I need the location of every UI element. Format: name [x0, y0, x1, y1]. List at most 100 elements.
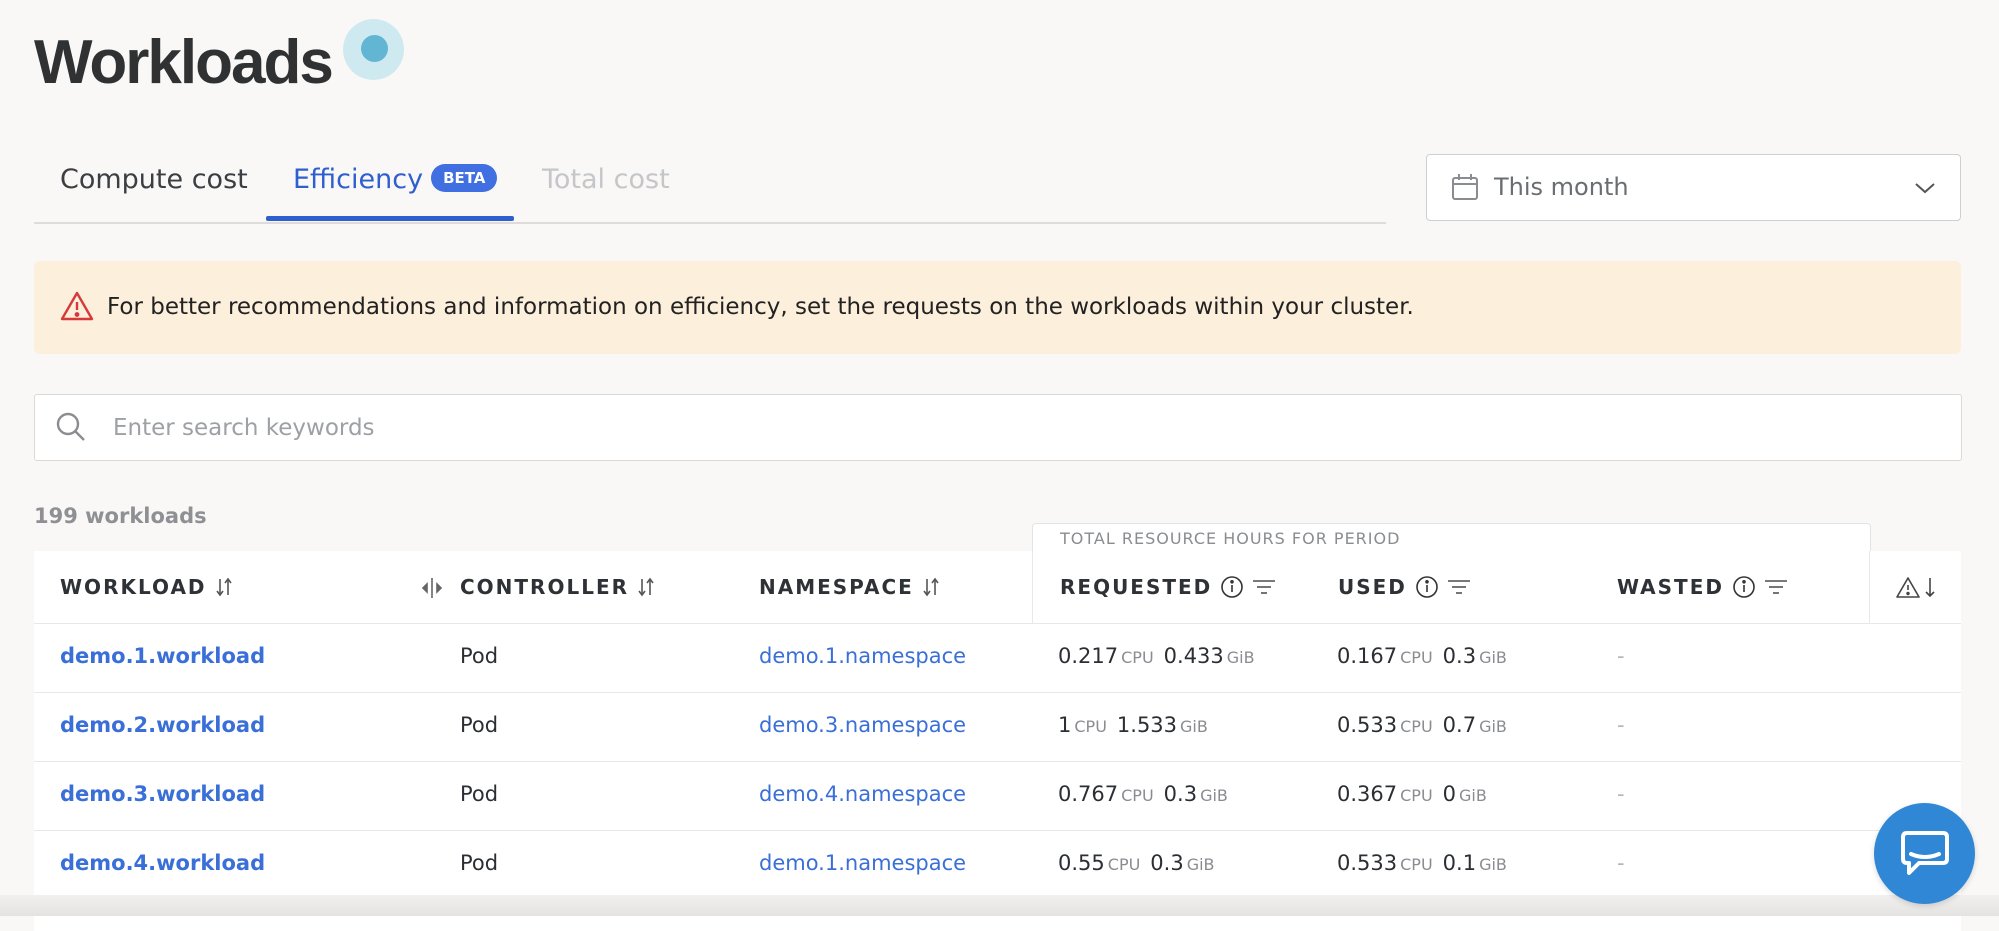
col-workload[interactable]: WORKLOAD	[60, 575, 233, 599]
requested-cpu-value: 0.217	[1058, 644, 1119, 668]
table-row[interactable]: demo.1.workload Pod demo.1.namespace 0.2…	[34, 624, 1961, 693]
table-row[interactable]: demo.2.workload Pod demo.3.namespace 1 CP…	[34, 693, 1961, 762]
workload-link[interactable]: demo.4.workload	[60, 851, 265, 875]
wasted-cell: -	[1617, 782, 1625, 806]
namespace-link[interactable]: demo.1.namespace	[759, 851, 966, 875]
cpu-unit: CPU	[1107, 855, 1141, 874]
tab-compute-cost[interactable]: Compute cost	[60, 164, 248, 195]
controller-cell: Pod	[460, 851, 499, 875]
requested-cell: 0.55 CPU 0.3 GiB	[1058, 851, 1225, 875]
col-used: USED	[1338, 575, 1471, 601]
page-title: Workloads	[34, 28, 334, 97]
table-row[interactable]: demo.3.workload Pod demo.4.namespace 0.7…	[34, 762, 1961, 831]
requested-mem-value: 0.3	[1163, 782, 1198, 806]
namespace-link[interactable]: demo.4.namespace	[759, 782, 966, 806]
requested-cpu-value: 1	[1058, 713, 1072, 737]
tab-efficiency[interactable]: Efficiency BETA	[293, 163, 498, 195]
resource-hours-group-header: TOTAL RESOURCE HOURS FOR PERIOD	[1032, 523, 1871, 552]
search-input[interactable]	[111, 405, 1915, 451]
beta-badge: BETA	[431, 163, 498, 192]
requested-cell: 0.217 CPU 0.433 GiB	[1058, 644, 1265, 668]
used-mem-value: 0.7	[1442, 713, 1477, 737]
column-divider	[1032, 551, 1033, 623]
mem-unit: GiB	[1479, 855, 1507, 874]
used-cell: 0.367 CPU 0 GiB	[1337, 782, 1497, 806]
workload-count: 199 workloads	[34, 504, 207, 528]
wasted-cell: -	[1617, 713, 1625, 737]
sort-icon	[215, 577, 232, 596]
used-cell: 0.533 CPU 0.1 GiB	[1337, 851, 1517, 875]
cpu-unit: CPU	[1400, 786, 1433, 805]
calendar-icon	[1452, 174, 1478, 200]
used-cpu-value: 0.533	[1337, 851, 1398, 875]
col-controller[interactable]: CONTROLLER	[460, 575, 655, 599]
used-cpu-value: 0.533	[1337, 713, 1398, 737]
column-resize-icon[interactable]	[420, 577, 444, 599]
used-mem-value: 0.1	[1442, 851, 1477, 875]
mem-unit: GiB	[1180, 717, 1208, 736]
cpu-unit: CPU	[1121, 786, 1154, 805]
col-namespace-label: NAMESPACE	[759, 575, 914, 599]
namespace-link[interactable]: demo.1.namespace	[759, 644, 966, 668]
mem-unit: GiB	[1226, 648, 1255, 667]
col-requested: REQUESTED	[1060, 575, 1276, 601]
scroll-fade	[0, 895, 1999, 916]
used-cell: 0.167 CPU 0.3 GiB	[1337, 644, 1517, 668]
table-header: WORKLOAD CONTROLLER NAMESPACE REQUESTED …	[34, 551, 1961, 624]
date-range-value: This month	[1494, 173, 1629, 201]
search-icon	[56, 412, 85, 441]
tab-bar: Compute cost Efficiency BETA Total cost	[34, 150, 1386, 224]
requested-cell: 1 CPU 1.533 GiB	[1058, 713, 1218, 737]
mem-unit: GiB	[1459, 786, 1487, 805]
controller-cell: Pod	[460, 713, 499, 737]
logo-dot-inner	[361, 35, 388, 62]
active-tab-indicator	[266, 216, 514, 221]
requested-cpu-value: 0.767	[1058, 782, 1119, 806]
namespace-link[interactable]: demo.3.namespace	[759, 713, 966, 737]
wasted-cell: -	[1617, 644, 1625, 668]
table-row[interactable]: demo.4.workload Pod demo.1.namespace 0.5…	[34, 831, 1961, 900]
search-box	[34, 394, 1962, 461]
group-header-label: TOTAL RESOURCE HOURS FOR PERIOD	[1060, 529, 1401, 548]
chevron-down-icon	[1915, 183, 1935, 194]
controller-cell: Pod	[460, 782, 499, 806]
filter-icon[interactable]	[1447, 578, 1471, 596]
workload-link[interactable]: demo.2.workload	[60, 713, 265, 737]
requested-mem-value: 0.3	[1150, 851, 1184, 875]
cpu-unit: CPU	[1400, 855, 1433, 874]
filter-icon[interactable]	[1252, 578, 1276, 596]
used-cpu-value: 0.367	[1337, 782, 1398, 806]
used-mem-value: 0	[1442, 782, 1457, 806]
mem-unit: GiB	[1479, 648, 1507, 667]
warning-sort-icon[interactable]	[1896, 575, 1940, 601]
wasted-cell: -	[1617, 851, 1625, 875]
column-divider	[1869, 551, 1870, 623]
info-icon[interactable]	[1220, 575, 1244, 599]
requested-mem-value: 0.433	[1163, 644, 1224, 668]
workload-link[interactable]: demo.1.workload	[60, 644, 265, 668]
efficiency-alert-banner: For better recommendations and informati…	[34, 261, 1961, 354]
used-mem-value: 0.3	[1442, 644, 1477, 668]
requested-mem-value: 1.533	[1116, 713, 1178, 737]
sort-icon	[923, 577, 939, 596]
cpu-unit: CPU	[1121, 648, 1154, 667]
chat-button[interactable]	[1874, 803, 1975, 904]
warning-triangle-icon	[60, 291, 94, 321]
cpu-unit: CPU	[1400, 648, 1433, 667]
chat-bubble-icon	[1901, 831, 1949, 875]
date-range-select[interactable]: This month	[1426, 154, 1961, 221]
controller-cell: Pod	[460, 644, 499, 668]
col-namespace[interactable]: NAMESPACE	[759, 575, 940, 599]
filter-icon[interactable]	[1764, 578, 1788, 596]
info-icon[interactable]	[1732, 575, 1756, 599]
sort-icon	[638, 577, 654, 596]
workloads-table: WORKLOAD CONTROLLER NAMESPACE REQUESTED …	[34, 551, 1961, 931]
alert-message: For better recommendations and informati…	[107, 294, 1414, 320]
used-cpu-value: 0.167	[1337, 644, 1398, 668]
col-wasted: WASTED	[1617, 575, 1788, 601]
workload-link[interactable]: demo.3.workload	[60, 782, 265, 806]
mem-unit: GiB	[1200, 786, 1228, 805]
tab-total-cost: Total cost	[542, 164, 670, 195]
info-icon[interactable]	[1415, 575, 1439, 599]
col-wasted-label: WASTED	[1617, 575, 1724, 599]
